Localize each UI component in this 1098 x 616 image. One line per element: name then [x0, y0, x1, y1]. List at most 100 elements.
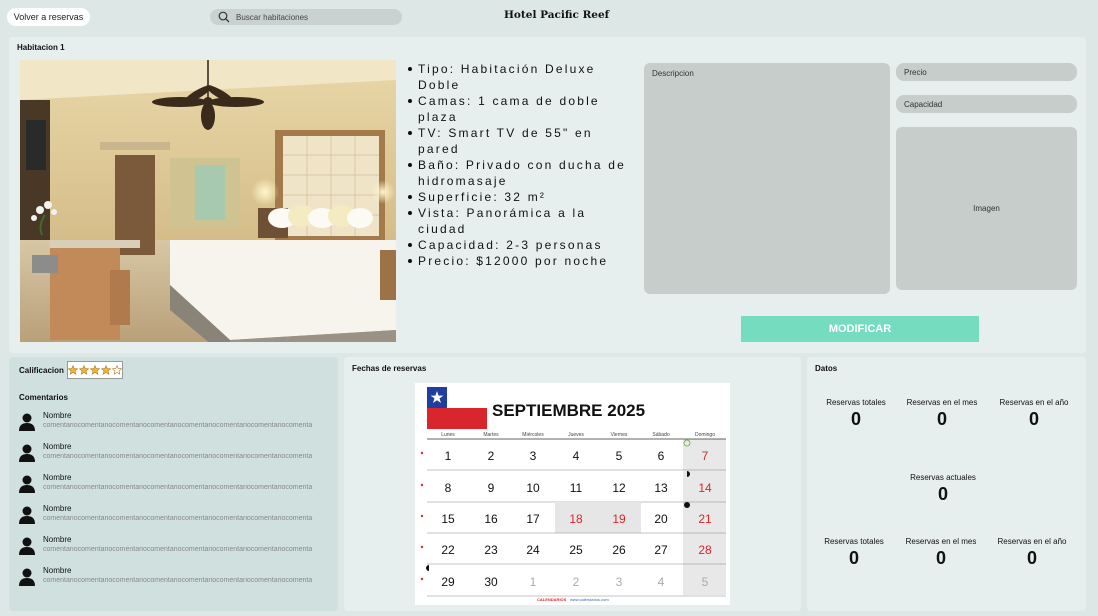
stat-label: Reservas en el año: [997, 537, 1067, 546]
week-marker: [420, 577, 424, 581]
calendar-day: 12: [612, 481, 626, 495]
comment-author: Nombre: [43, 411, 72, 420]
comment-text: comentariocomentariocomentariocomentario…: [43, 546, 313, 553]
stat-label: Reservas en el mes: [905, 537, 977, 546]
stat-year: Reservas en el año 0: [986, 398, 1082, 430]
calendar-day: 13: [654, 481, 668, 495]
feature-item: Camas: 1 cama de doble plaza: [407, 93, 629, 125]
comments-title: Comentarios: [19, 393, 68, 402]
star-filled-icon[interactable]: [90, 365, 100, 375]
stat-label: Reservas totales: [826, 398, 886, 407]
user-icon: [19, 444, 35, 462]
top-bar: Volver a reservas Hotel Pacific Reef: [0, 0, 1098, 34]
star-filled-icon[interactable]: [101, 365, 111, 375]
comment-author: Nombre: [43, 473, 72, 482]
calendar-day: 24: [526, 543, 540, 557]
stat-value: 0: [935, 548, 946, 568]
calendar-day: 19: [612, 512, 626, 526]
stat-year-2: Reservas en el año 0: [984, 537, 1080, 569]
moon-last-quarter-icon: [426, 565, 429, 571]
moon-full-icon: [684, 502, 690, 508]
calendar-day: 26: [612, 543, 626, 557]
star-empty-icon[interactable]: [112, 365, 122, 375]
stat-value: 0: [848, 548, 859, 568]
feature-item: Capacidad: 2-3 personas: [407, 237, 629, 253]
stat-month: Reservas en el mes 0: [894, 398, 990, 430]
back-to-reservations-button[interactable]: Volver a reservas: [7, 8, 90, 26]
flag-red: [427, 408, 487, 429]
user-icon: [19, 568, 35, 586]
comment-item: Nombre comentariocomentariocomentariocome…: [19, 442, 334, 464]
comment-author: Nombre: [43, 535, 72, 544]
search-bar[interactable]: [210, 9, 402, 25]
comment-text: comentariocomentariocomentariocomentario…: [43, 484, 313, 491]
stat-value: 0: [937, 484, 948, 504]
weekday-label: Miércoles: [522, 432, 544, 438]
feature-item: TV: Smart TV de 55" en pared: [407, 125, 629, 157]
stats-panel: Datos Reservas totales 0 Reservas en el m…: [807, 357, 1086, 611]
room-title: Habitacion 1: [17, 43, 65, 52]
calendar-day: 22: [441, 543, 455, 557]
calendar-day: 16: [484, 512, 498, 526]
calendar-graphic: SEPTIEMBRE 2025 Lunes Martes Miércoles Jueve…: [420, 387, 726, 602]
calendar-day: 9: [488, 481, 495, 495]
stat-value: 0: [1026, 548, 1037, 568]
comment-text: comentariocomentariocomentariocomentario…: [43, 422, 313, 429]
calendar-day: 10: [526, 481, 540, 495]
calendar-day: 23: [484, 543, 498, 557]
calendar-day: 11: [570, 481, 583, 495]
search-input[interactable]: [236, 12, 396, 22]
calendar-day: 20: [654, 512, 668, 526]
calendar-month-label: SEPTIEMBRE 2025: [492, 401, 645, 420]
calendar-day: 4: [573, 449, 580, 463]
price-field[interactable]: Precio: [896, 63, 1077, 81]
calendar-day: 4: [658, 575, 665, 589]
stat-total-2: Reservas totales 0: [806, 537, 902, 569]
user-icon: [19, 506, 35, 524]
room-illustration: [20, 60, 396, 342]
description-label: Descripcion: [652, 69, 694, 78]
calendar-day: 30: [484, 575, 498, 589]
modify-button[interactable]: MODIFICAR: [741, 316, 979, 342]
weekday-label: Martes: [483, 432, 499, 438]
week-marker: [420, 483, 424, 487]
calendar-footer-link: www.calendarios.com: [570, 597, 609, 602]
calendar-day: 2: [488, 449, 495, 463]
stats-title: Datos: [815, 364, 838, 373]
image-label: Imagen: [973, 204, 1000, 213]
comment-text: comentariocomentariocomentariocomentario…: [43, 515, 313, 522]
calendar-day: 1: [445, 449, 452, 463]
comment-item: Nombre comentariocomentariocomentariocome…: [19, 566, 334, 588]
description-field[interactable]: Descripcion: [644, 63, 890, 294]
stat-value: 0: [936, 409, 947, 429]
stat-value: 0: [850, 409, 861, 429]
calendar-footer-brand: CALENDARIOS: [537, 597, 567, 602]
comment-author: Nombre: [43, 504, 72, 513]
weekday-label: Lunes: [441, 432, 455, 438]
reservation-calendar[interactable]: SEPTIEMBRE 2025 Lunes Martes Miércoles Jueve…: [415, 383, 730, 605]
star-filled-icon[interactable]: [79, 365, 89, 375]
calendar-day: 15: [441, 512, 455, 526]
calendar-title: Fechas de reservas: [352, 364, 427, 373]
stat-value: 0: [1028, 409, 1039, 429]
rating-panel: Calificacion Comentarios Nombre comentari…: [9, 357, 338, 611]
week-marker: [420, 514, 424, 518]
user-icon: [19, 537, 35, 555]
stat-label: Reservas totales: [824, 537, 884, 546]
comment-text: comentariocomentariocomentariocomentario…: [43, 453, 313, 460]
stat-month-2: Reservas en el mes 0: [893, 537, 989, 569]
calendar-day: 25: [569, 543, 583, 557]
calendar-day: 29: [441, 575, 455, 589]
star-rating[interactable]: [67, 361, 123, 379]
feature-item: Baño: Privado con ducha de hidromasaje: [407, 157, 629, 189]
star-filled-icon[interactable]: [68, 365, 78, 375]
capacity-field[interactable]: Capacidad: [896, 95, 1077, 113]
search-icon: [218, 11, 230, 23]
calendar-day: 7: [702, 449, 709, 463]
weekday-label: Jueves: [568, 432, 584, 438]
hotel-brand: Hotel Pacific Reef: [504, 9, 610, 21]
room-photo: [20, 60, 396, 342]
calendar-day: 5: [616, 449, 623, 463]
comment-author: Nombre: [43, 442, 72, 451]
image-upload-field[interactable]: Imagen: [896, 127, 1077, 290]
